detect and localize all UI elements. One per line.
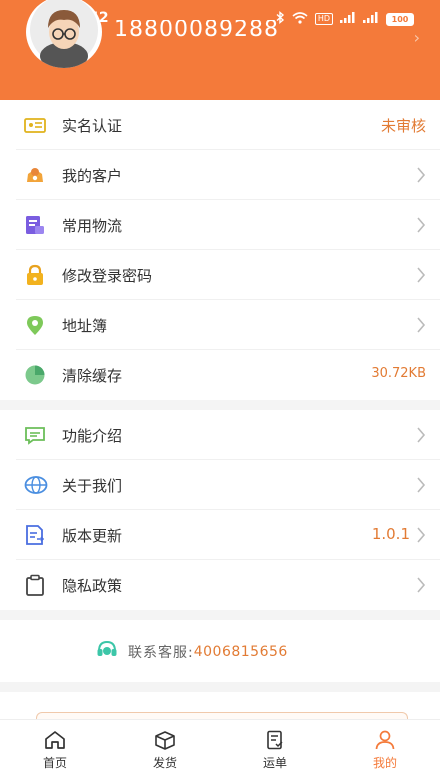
logistics-icon [24,214,46,236]
chevron-right-icon [417,167,426,183]
document-update-icon [24,524,46,546]
menu-label: 版本更新 [62,527,123,545]
lock-icon [24,264,46,286]
menu-item-version-update[interactable]: 版本更新 1.0.1 [16,510,440,560]
chevron-right-icon [417,477,426,493]
tab-ship[interactable]: 发货 [110,720,220,775]
headset-icon [96,640,118,664]
hd-badge: HD [314,13,333,25]
id-card-icon [24,114,46,136]
tab-mine[interactable]: 我的 [330,720,440,775]
status-icons: HD 100 [276,11,414,27]
menu-item-change-password[interactable]: 修改登录密码 [16,250,440,300]
menu-item-features[interactable]: 功能介绍 [16,410,440,460]
menu-label: 清除缓存 [62,367,123,385]
profile-header[interactable]: 16:42 HD 100 18 [0,0,440,100]
tab-label: 首页 [42,756,67,770]
menu-label: 关于我们 [62,477,123,495]
version-number: 1.0.1 [371,525,410,543]
menu-group-account: 实名认证 未审核 我的客户 常用物流 修改登录密码 地址簿 清除缓存 30.72… [0,100,440,400]
service-label: 联系客服: [128,645,194,661]
tab-label: 我的 [372,756,397,770]
menu-label: 实名认证 [62,117,123,135]
menu-item-about-us[interactable]: 关于我们 [16,460,440,510]
chevron-right-icon [417,427,426,443]
menu-item-my-customers[interactable]: 我的客户 [16,150,440,200]
phone-number: 18800089288 [114,20,279,42]
wifi-icon [292,11,308,27]
menu-item-logistics[interactable]: 常用物流 [16,200,440,250]
menu-group-info: 功能介绍 关于我们 版本更新 1.0.1 隐私政策 [0,410,440,610]
menu-item-real-name[interactable]: 实名认证 未审核 [16,100,440,150]
menu-label: 隐私政策 [62,577,123,595]
waybill-icon [267,730,283,750]
menu-item-privacy-policy[interactable]: 隐私政策 [16,560,440,610]
signal-icon [340,12,356,26]
menu-label: 地址簿 [62,317,108,335]
chat-icon [24,424,46,446]
verification-status: 未审核 [380,117,426,135]
signal-icon-2 [363,12,379,26]
clipboard-icon [24,574,46,596]
chevron-right-icon [417,317,426,333]
menu-label: 常用物流 [62,217,123,235]
service-phone-number[interactable]: 4006815656 [194,644,288,660]
menu-label: 修改登录密码 [62,267,153,285]
chevron-right-icon [417,577,426,593]
globe-icon [24,474,48,496]
customer-service[interactable]: 联系客服: 4006815656 [0,620,440,682]
chevron-right-icon: › [413,28,420,47]
avatar[interactable] [26,0,102,68]
pie-chart-icon [24,364,46,386]
menu-item-clear-cache[interactable]: 清除缓存 30.72KB [16,350,440,400]
chevron-right-icon [417,217,426,233]
battery-icon: 100 [386,12,414,26]
home-icon [45,731,65,749]
bottom-tab-bar: 首页 发货 运单 我的 [0,719,440,775]
menu-label: 功能介绍 [62,427,123,445]
menu-item-address-book[interactable]: 地址簿 [16,300,440,350]
tab-label: 发货 [152,756,177,770]
chevron-right-icon [417,267,426,283]
menu-label: 我的客户 [62,167,123,185]
tab-home[interactable]: 首页 [0,720,110,775]
tab-waybill[interactable]: 运单 [220,720,330,775]
chevron-right-icon [417,527,426,543]
cache-size: 30.72KB [371,366,426,381]
location-pin-icon [24,314,46,336]
customer-icon [24,164,46,186]
package-icon [155,731,175,750]
tab-label: 运单 [262,756,287,770]
user-icon [375,730,395,750]
